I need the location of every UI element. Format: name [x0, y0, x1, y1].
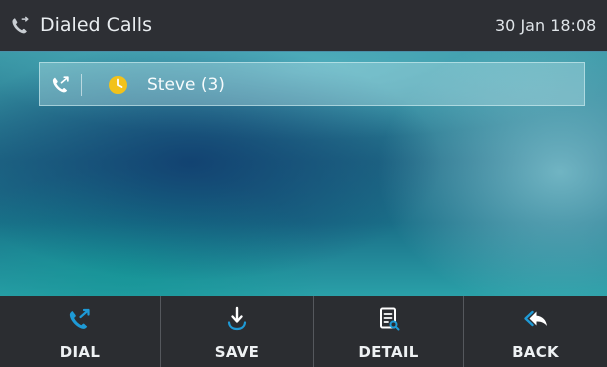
call-list-area: Steve (3)	[0, 52, 607, 296]
back-label: BACK	[512, 343, 559, 361]
date-time: 30 Jan 18:08	[495, 16, 597, 35]
save-label: SAVE	[214, 343, 260, 361]
list-item[interactable]: Steve (3)	[39, 62, 585, 106]
clock-icon	[109, 76, 127, 94]
back-button[interactable]: BACK	[463, 296, 607, 367]
back-arrow-icon	[523, 310, 547, 327]
detail-label: DETAIL	[358, 343, 419, 361]
detail-button[interactable]: DETAIL	[313, 296, 463, 367]
phone-history-icon	[12, 16, 29, 34]
save-download-icon	[227, 306, 247, 331]
dial-label: DIAL	[59, 343, 101, 361]
outgoing-call-icon	[69, 308, 90, 329]
phone-screen: Dialed Calls 30 Jan 18:08 Steve (3) DIAL	[0, 0, 607, 367]
divider	[81, 74, 82, 96]
title-bar: Dialed Calls 30 Jan 18:08	[0, 0, 607, 52]
softkey-bar: DIAL SAVE DETAIL BACK	[0, 296, 607, 367]
save-button[interactable]: SAVE	[160, 296, 313, 367]
contact-name: Steve (3)	[147, 75, 225, 95]
dial-button[interactable]: DIAL	[0, 296, 160, 367]
page-title: Dialed Calls	[40, 14, 152, 36]
outgoing-call-icon	[52, 76, 69, 93]
detail-document-icon	[379, 307, 399, 331]
